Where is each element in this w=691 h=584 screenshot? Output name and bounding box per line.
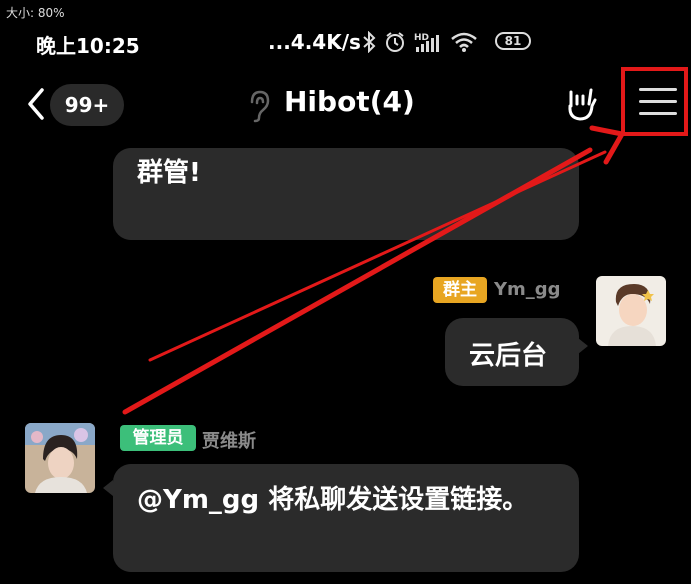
wifi-icon xyxy=(451,32,477,52)
back-button[interactable] xyxy=(22,84,52,124)
message-bubble[interactable]: @Ym_gg 将私聊发送设置链接。 xyxy=(113,464,579,572)
sender-name[interactable]: Ym_gg xyxy=(494,279,561,300)
battery-icon: 81 xyxy=(495,32,531,50)
status-icons: HD xyxy=(362,29,478,55)
annotation-highlight-box xyxy=(621,67,688,136)
owner-role-badge: 群主 xyxy=(433,277,487,303)
bubble-tail xyxy=(103,480,113,496)
avatar[interactable] xyxy=(596,276,666,346)
hand-gesture-icon[interactable] xyxy=(565,86,599,122)
back-chevron-icon xyxy=(28,88,44,120)
avatar[interactable] xyxy=(25,423,95,493)
alarm-icon xyxy=(386,32,404,52)
unread-count-badge[interactable]: 99+ xyxy=(50,84,124,126)
size-indicator-label: 大小: 80% xyxy=(6,6,65,20)
network-speed: ...4.4K/s xyxy=(268,30,361,54)
sender-name[interactable]: 贾维斯 xyxy=(202,427,256,453)
bubble-tail xyxy=(578,338,588,354)
hd-signal-icon: HD xyxy=(414,33,439,52)
status-bar: 晚上10:25 ...4.4K/s HD 81 xyxy=(0,26,691,58)
message-bubble[interactable]: 云后台 xyxy=(445,318,579,386)
admin-role-badge: 管理员 xyxy=(120,425,196,451)
chat-title: Hibot(4) xyxy=(284,85,415,118)
chat-header: 99+ Hibot(4) xyxy=(0,66,691,146)
message-bubble[interactable]: 群管! xyxy=(113,148,579,240)
bluetooth-icon xyxy=(363,31,376,53)
status-time: 晚上10:25 xyxy=(36,34,140,58)
earpiece-icon xyxy=(250,90,270,123)
